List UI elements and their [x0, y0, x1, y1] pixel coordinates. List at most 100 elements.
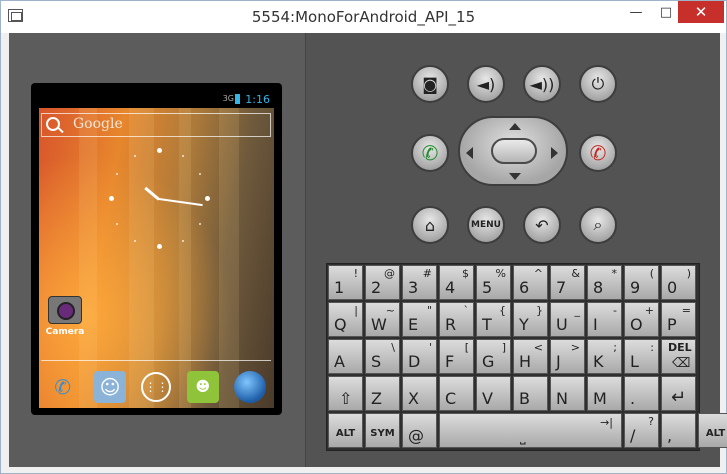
status-bar: 3G 1:16	[39, 92, 274, 108]
key-0[interactable]: 0)	[661, 265, 696, 300]
dpad-right[interactable]	[551, 147, 558, 159]
key-5[interactable]: 5%	[476, 265, 511, 300]
key-c[interactable]: C	[439, 376, 474, 411]
browser-icon[interactable]	[234, 371, 267, 403]
key-3[interactable]: 3 #	[402, 265, 437, 300]
key-u[interactable]: U _	[550, 302, 585, 337]
shift-icon: ⇧	[339, 389, 353, 408]
google-search-bar[interactable]: Google	[41, 113, 271, 137]
key-p[interactable]: P =	[661, 302, 696, 337]
hardware-keyboard: 1! 2 @ 3 # 4 $ 5% 6 ^ 7 & 8 * 9( 0) Q | W ~ E " R…	[326, 263, 727, 451]
search-button[interactable]: ⌕	[579, 206, 617, 244]
key-v[interactable]: V	[476, 376, 511, 411]
controls-panel: ◙ ◄) ◄)) ⏻ ✆ ✆ ⌂ MENU ↶ ⌕ 1! 2 @ 3 # 4 $…	[306, 33, 727, 467]
key-enter[interactable]: ↵	[661, 376, 696, 411]
maximize-button[interactable]: □	[651, 1, 681, 23]
menu-button[interactable]: MENU	[467, 206, 505, 244]
key-2[interactable]: 2 @	[365, 265, 400, 300]
power-icon: ⏻	[591, 74, 605, 93]
key-del[interactable]: DEL ⌫	[661, 339, 696, 374]
key-9[interactable]: 9(	[624, 265, 659, 300]
all-apps-icon[interactable]: ⋮⋮	[141, 372, 172, 402]
key-f[interactable]: F[	[439, 339, 474, 374]
keyboard-row-2: Q | W ~ E " R ` T{ Y} U _ I- O + P =	[328, 302, 698, 338]
emulator-client-area: 3G 1:16 Google Camera ✆ ☺ ⋮⋮ ☻ ◙ ◄) ◄)) …	[9, 33, 727, 467]
dpad-down[interactable]	[509, 173, 521, 180]
menu-label: MENU	[471, 220, 501, 230]
key-at[interactable]: @	[402, 413, 437, 448]
phone-icon[interactable]: ✆	[47, 371, 79, 403]
key-t[interactable]: T{	[476, 302, 511, 337]
key-comma[interactable]: ,	[661, 413, 696, 448]
key-shift[interactable]: ⇧	[328, 376, 363, 411]
backspace-icon: ⌫	[672, 356, 691, 371]
key-6[interactable]: 6 ^	[513, 265, 548, 300]
key-q[interactable]: Q |	[328, 302, 363, 337]
close-button[interactable]: ✕	[678, 1, 724, 23]
people-icon[interactable]: ☺	[94, 371, 127, 403]
key-alt-right[interactable]: ALT	[698, 413, 727, 448]
key-sym[interactable]: SYM	[365, 413, 400, 448]
key-m[interactable]: M	[587, 376, 622, 411]
camera-app-shortcut[interactable]: Camera	[45, 296, 85, 337]
key-e[interactable]: E "	[402, 302, 437, 337]
key-s[interactable]: S \	[365, 339, 400, 374]
key-space[interactable]: →| ⎵	[439, 413, 622, 448]
dpad-up[interactable]	[509, 123, 521, 130]
key-h[interactable]: H <	[513, 339, 548, 374]
enter-icon: ↵	[671, 387, 687, 408]
key-d[interactable]: D '	[402, 339, 437, 374]
battery-icon	[235, 94, 240, 104]
clock-minute-hand	[158, 198, 203, 207]
android-screen[interactable]: 3G 1:16 Google Camera ✆ ☺ ⋮⋮ ☻	[31, 83, 282, 415]
call-icon: ✆	[421, 141, 439, 165]
dock-divider	[41, 360, 271, 361]
key-l[interactable]: L:	[624, 339, 659, 374]
phone-panel: 3G 1:16 Google Camera ✆ ☺ ⋮⋮ ☻	[9, 33, 306, 467]
search-label: Google	[73, 116, 123, 132]
key-o[interactable]: O +	[624, 302, 659, 337]
key-g[interactable]: G]	[476, 339, 511, 374]
key-z[interactable]: Z	[365, 376, 400, 411]
minimize-button[interactable]: —	[621, 1, 651, 23]
key-period[interactable]: .	[624, 376, 659, 411]
volume-up-button[interactable]: ◄))	[523, 65, 561, 103]
camera-app-label: Camera	[45, 327, 85, 337]
key-1[interactable]: 1!	[328, 265, 363, 300]
key-r[interactable]: R `	[439, 302, 474, 337]
key-4[interactable]: 4 $	[439, 265, 474, 300]
camera-hw-button[interactable]: ◙	[411, 65, 449, 103]
end-call-button[interactable]: ✆	[579, 134, 617, 172]
home-button[interactable]: ⌂	[411, 206, 449, 244]
dpad-left[interactable]	[466, 147, 473, 159]
key-alt-left[interactable]: ALT	[328, 413, 363, 448]
search-icon	[46, 117, 60, 131]
key-w[interactable]: W ~	[365, 302, 400, 337]
back-icon: ↶	[535, 215, 549, 235]
back-button[interactable]: ↶	[523, 206, 561, 244]
space-icon: ⎵	[520, 429, 526, 445]
power-button[interactable]: ⏻	[579, 65, 617, 103]
keyboard-row-5: ALT SYM @ →| ⎵ /? , ALT	[328, 413, 727, 449]
key-y[interactable]: Y}	[513, 302, 548, 337]
window-title: 5554:MonoForAndroid_API_15	[251, 8, 476, 26]
key-slash[interactable]: /?	[624, 413, 659, 448]
home-screen-wallpaper[interactable]: Google Camera ✆ ☺ ⋮⋮ ☻	[39, 108, 274, 408]
key-x[interactable]: X	[402, 376, 437, 411]
volume-down-button[interactable]: ◄)	[467, 65, 505, 103]
dpad[interactable]	[458, 116, 568, 186]
key-j[interactable]: J >	[550, 339, 585, 374]
analog-clock-widget[interactable]	[109, 148, 210, 249]
key-i[interactable]: I-	[587, 302, 622, 337]
call-button[interactable]: ✆	[411, 134, 449, 172]
key-7[interactable]: 7 &	[550, 265, 585, 300]
key-k[interactable]: K;	[587, 339, 622, 374]
end-call-icon: ✆	[589, 141, 607, 165]
messaging-icon[interactable]: ☻	[186, 371, 219, 403]
key-a[interactable]: A	[328, 339, 363, 374]
home-icon: ⌂	[424, 215, 436, 235]
dpad-center[interactable]	[491, 138, 537, 164]
key-b[interactable]: B	[513, 376, 548, 411]
key-8[interactable]: 8 *	[587, 265, 622, 300]
key-n[interactable]: N	[550, 376, 585, 411]
